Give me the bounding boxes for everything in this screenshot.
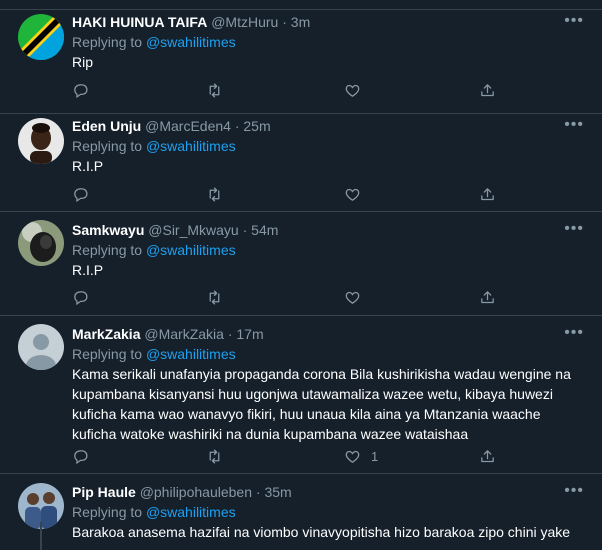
retweet-button[interactable] xyxy=(206,184,223,204)
replying-to-label: Replying to xyxy=(72,138,143,154)
retweet-icon xyxy=(209,289,220,305)
reply-icon xyxy=(74,187,88,202)
previous-tweet-border xyxy=(0,0,602,10)
user-handle[interactable]: @Sir_Mkwayu xyxy=(148,222,238,238)
more-options-icon[interactable]: ••• xyxy=(564,482,584,500)
separator-dot: · xyxy=(227,326,233,342)
share-icon xyxy=(481,83,494,96)
avatar-animal-photo[interactable] xyxy=(18,220,64,266)
separator-dot: · xyxy=(242,222,248,238)
tweet-text: R.I.P xyxy=(72,158,104,174)
reply-button[interactable] xyxy=(72,184,89,204)
replying-to-label: Replying to xyxy=(72,34,143,50)
tweet[interactable]: Pip Haule @philipohauleben · 35m Replyin… xyxy=(0,474,602,550)
more-options-icon[interactable]: ••• xyxy=(564,220,584,238)
reply-button[interactable] xyxy=(72,80,89,100)
tweet-header: HAKI HUINUA TAIFA @MtzHuru · 3m xyxy=(72,12,582,32)
like-button[interactable]: 1 xyxy=(344,446,378,466)
replying-to: Replying to @swahilitimes xyxy=(72,502,582,522)
tweet[interactable]: MarkZakia @MarkZakia · 17m Replying to @… xyxy=(0,316,602,474)
retweet-icon xyxy=(209,186,220,202)
tweet-header: Eden Unju @MarcEden4 · 25m xyxy=(72,116,582,136)
replying-to: Replying to @swahilitimes xyxy=(72,240,582,260)
share-button[interactable] xyxy=(479,287,496,307)
timestamp[interactable]: 3m xyxy=(291,14,310,30)
share-button[interactable] xyxy=(479,184,496,204)
share-icon xyxy=(481,290,494,303)
display-name[interactable]: MarkZakia xyxy=(72,326,140,342)
like-button[interactable] xyxy=(344,184,371,204)
display-name[interactable]: Samkwayu xyxy=(72,222,144,238)
replying-to-label: Replying to xyxy=(72,346,143,362)
mention-link[interactable]: @swahilitimes xyxy=(146,346,236,362)
mention-link[interactable]: @swahilitimes xyxy=(146,242,236,258)
user-handle[interactable]: @MarkZakia xyxy=(144,326,224,342)
retweet-button[interactable] xyxy=(206,287,223,307)
replying-to: Replying to @swahilitimes xyxy=(72,344,582,364)
heart-icon xyxy=(345,84,360,97)
separator-dot: · xyxy=(255,484,261,500)
display-name[interactable]: HAKI HUINUA TAIFA xyxy=(72,14,207,30)
display-name[interactable]: Eden Unju xyxy=(72,118,141,134)
retweet-icon xyxy=(209,82,220,98)
reply-icon xyxy=(74,83,88,98)
tweet[interactable]: HAKI HUINUA TAIFA @MtzHuru · 3m Replying… xyxy=(0,10,602,114)
heart-icon xyxy=(345,188,360,201)
tweet-text: R.I.P xyxy=(72,262,104,278)
avatar-default[interactable] xyxy=(18,324,64,370)
replying-to-label: Replying to xyxy=(72,242,143,258)
replying-to-label: Replying to xyxy=(72,504,143,520)
share-icon xyxy=(481,187,494,200)
avatar-tanzania-flag[interactable] xyxy=(18,14,64,60)
user-handle[interactable]: @MarcEden4 xyxy=(145,118,231,134)
heart-icon xyxy=(345,450,360,463)
reply-icon xyxy=(74,449,88,464)
share-icon xyxy=(481,449,494,462)
tweet[interactable]: Samkwayu @Sir_Mkwayu · 54m Replying to @… xyxy=(0,212,602,316)
user-handle[interactable]: @MtzHuru xyxy=(211,14,278,30)
mention-link[interactable]: @swahilitimes xyxy=(146,34,236,50)
avatar-person-photo[interactable] xyxy=(18,118,64,164)
tweet-header: MarkZakia @MarkZakia · 17m xyxy=(72,324,582,344)
tweet-text: Rip xyxy=(72,54,94,70)
reply-button[interactable] xyxy=(72,446,89,466)
mention-link[interactable]: @swahilitimes xyxy=(146,138,236,154)
retweet-button[interactable] xyxy=(206,446,223,466)
share-button[interactable] xyxy=(479,446,496,466)
display-name[interactable]: Pip Haule xyxy=(72,484,136,500)
replying-to: Replying to @swahilitimes xyxy=(72,32,582,52)
tweet-header: Pip Haule @philipohauleben · 35m xyxy=(72,482,582,502)
like-button[interactable] xyxy=(344,287,371,307)
user-handle[interactable]: @philipohauleben xyxy=(140,484,252,500)
replying-to: Replying to @swahilitimes xyxy=(72,136,582,156)
reply-icon xyxy=(74,290,88,305)
share-button[interactable] xyxy=(479,80,496,100)
tweet-text: Kama serikali unafanyia propaganda coron… xyxy=(72,366,571,442)
tweet-text: Barakoa anasema hazifai na viombo vinavy… xyxy=(72,524,571,540)
mention-link[interactable]: @swahilitimes xyxy=(146,504,236,520)
tweet[interactable]: Eden Unju @MarcEden4 · 25m Replying to @… xyxy=(0,114,602,212)
retweet-button[interactable] xyxy=(206,80,223,100)
reply-button[interactable] xyxy=(72,287,89,307)
retweet-icon xyxy=(209,448,220,464)
like-count: 1 xyxy=(371,448,379,464)
like-button[interactable] xyxy=(344,80,371,100)
separator-dot: · xyxy=(234,118,240,134)
timestamp[interactable]: 17m xyxy=(236,326,263,342)
thread-connector-line xyxy=(40,522,42,550)
separator-dot: · xyxy=(282,14,287,30)
tweet-header: Samkwayu @Sir_Mkwayu · 54m xyxy=(72,220,582,240)
timestamp[interactable]: 25m xyxy=(243,118,270,134)
more-options-icon[interactable]: ••• xyxy=(564,116,584,134)
heart-icon xyxy=(345,291,360,304)
more-options-icon[interactable]: ••• xyxy=(564,12,584,30)
more-options-icon[interactable]: ••• xyxy=(564,324,584,342)
timestamp[interactable]: 54m xyxy=(251,222,278,238)
timestamp[interactable]: 35m xyxy=(264,484,291,500)
